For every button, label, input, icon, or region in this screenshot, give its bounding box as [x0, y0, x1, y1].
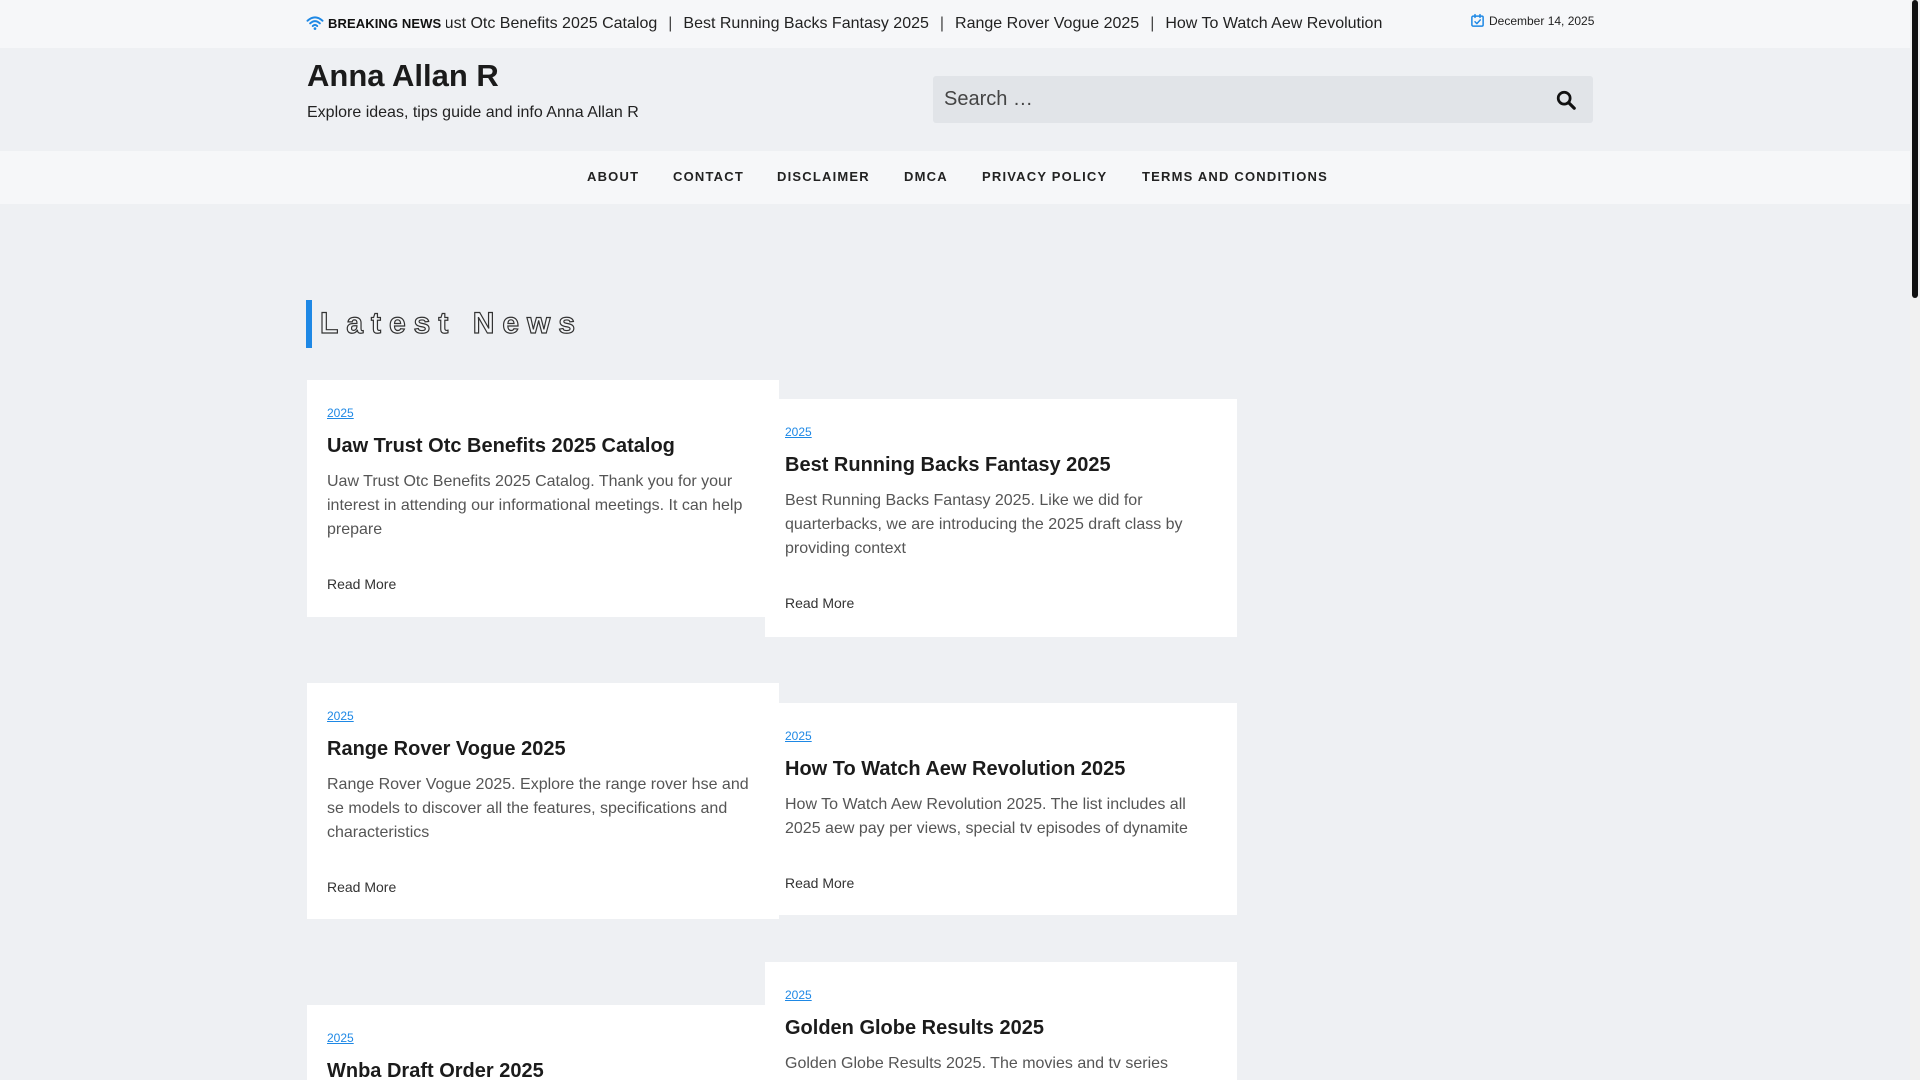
wifi-icon	[306, 16, 324, 30]
calendar-check-icon	[1471, 13, 1484, 27]
nav-item-dmca[interactable]: DMCA	[904, 169, 948, 184]
ticker-item[interactable]: Best Running Backs Fantasy 2025	[683, 15, 928, 32]
post-title[interactable]: Best Running Backs Fantasy 2025	[785, 454, 1215, 477]
nav-item-privacy-policy[interactable]: PRIVACY POLICY	[982, 169, 1107, 184]
post-excerpt: Golden Globe Results 2025. The movies an…	[785, 1055, 1169, 1072]
ticker-separator: |	[668, 15, 673, 32]
post-category-link[interactable]: 2025	[327, 406, 354, 420]
post-card: 2025 How To Watch Aew Revolution 2025 Ho…	[765, 703, 1237, 915]
date-text: December 14, 2025	[1489, 13, 1595, 28]
section-heading: Latest News	[306, 300, 583, 348]
post-category-link[interactable]: 2025	[785, 988, 812, 1002]
current-date: December 14, 2025	[1470, 13, 1594, 28]
post-card: 2025 Wnba Draft Order 2025	[307, 1005, 779, 1080]
ticker-separator: |	[1150, 15, 1155, 32]
nav-item-about[interactable]: ABOUT	[587, 169, 639, 184]
post-card: 2025 Uaw Trust Otc Benefits 2025 Catalog…	[307, 380, 779, 617]
site-tagline: Explore ideas, tips guide and info Anna …	[307, 104, 639, 121]
ticker-item[interactable]: Uaw Trust Otc Benefits 2025 Catalog	[446, 15, 657, 32]
breaking-news-label: BREAKING NEWS	[306, 14, 441, 32]
post-title[interactable]: Wnba Draft Order 2025	[327, 1060, 757, 1080]
search-form	[933, 76, 1593, 123]
search-input[interactable]	[933, 76, 1533, 123]
post-excerpt: How To Watch Aew Revolution 2025. The li…	[785, 796, 1188, 837]
news-ticker: Uaw Trust Otc Benefits 2025 Catalog | Best…	[446, 12, 1382, 36]
ticker-item[interactable]: How To Watch Aew Revolution 2025	[1165, 15, 1382, 32]
post-title[interactable]: Golden Globe Results 2025	[785, 1017, 1215, 1040]
scrollbar-thumb[interactable]	[1912, 0, 1918, 298]
post-excerpt: Best Running Backs Fantasy 2025. Like we…	[785, 492, 1183, 557]
read-more-link[interactable]: Read More	[785, 875, 854, 891]
site-title[interactable]: Anna Allan R	[307, 58, 499, 94]
top-bar: BREAKING NEWS Uaw Trust Otc Benefits 202…	[0, 0, 1910, 48]
post-category-link[interactable]: 2025	[327, 709, 354, 723]
main-navigation: ABOUT CONTACT DISCLAIMER DMCA PRIVACY PO…	[0, 151, 1910, 204]
nav-item-contact[interactable]: CONTACT	[673, 169, 744, 184]
section-title: Latest News	[319, 306, 584, 340]
post-category-link[interactable]: 2025	[785, 425, 812, 439]
site-header: Anna Allan R Explore ideas, tips guide a…	[0, 48, 1910, 151]
breaking-news-text: BREAKING NEWS	[328, 15, 442, 31]
read-more-link[interactable]: Read More	[785, 595, 854, 611]
nav-item-terms-and-conditions[interactable]: TERMS AND CONDITIONS	[1142, 169, 1328, 184]
post-title[interactable]: How To Watch Aew Revolution 2025	[785, 758, 1215, 781]
read-more-link[interactable]: Read More	[327, 879, 396, 895]
post-title[interactable]: Uaw Trust Otc Benefits 2025 Catalog	[327, 435, 757, 458]
post-card: 2025 Best Running Backs Fantasy 2025 Bes…	[765, 399, 1237, 637]
post-excerpt: Uaw Trust Otc Benefits 2025 Catalog. Tha…	[327, 473, 743, 538]
search-icon[interactable]	[1555, 89, 1577, 111]
ticker-track: Uaw Trust Otc Benefits 2025 Catalog | Best…	[446, 12, 1382, 36]
read-more-link[interactable]: Read More	[327, 576, 396, 592]
nav-item-disclaimer[interactable]: DISCLAIMER	[777, 169, 870, 184]
ticker-separator: |	[939, 15, 945, 32]
post-category-link[interactable]: 2025	[785, 729, 812, 743]
post-card: 2025 Range Rover Vogue 2025 Range Rover …	[307, 683, 779, 919]
post-category-link[interactable]: 2025	[327, 1031, 354, 1045]
ticker-item[interactable]: Range Rover Vogue 2025	[955, 15, 1139, 32]
post-title[interactable]: Range Rover Vogue 2025	[327, 738, 757, 761]
post-card: 2025 Golden Globe Results 2025 Golden Gl…	[765, 962, 1237, 1080]
post-excerpt: Range Rover Vogue 2025. Explore the rang…	[327, 776, 749, 841]
